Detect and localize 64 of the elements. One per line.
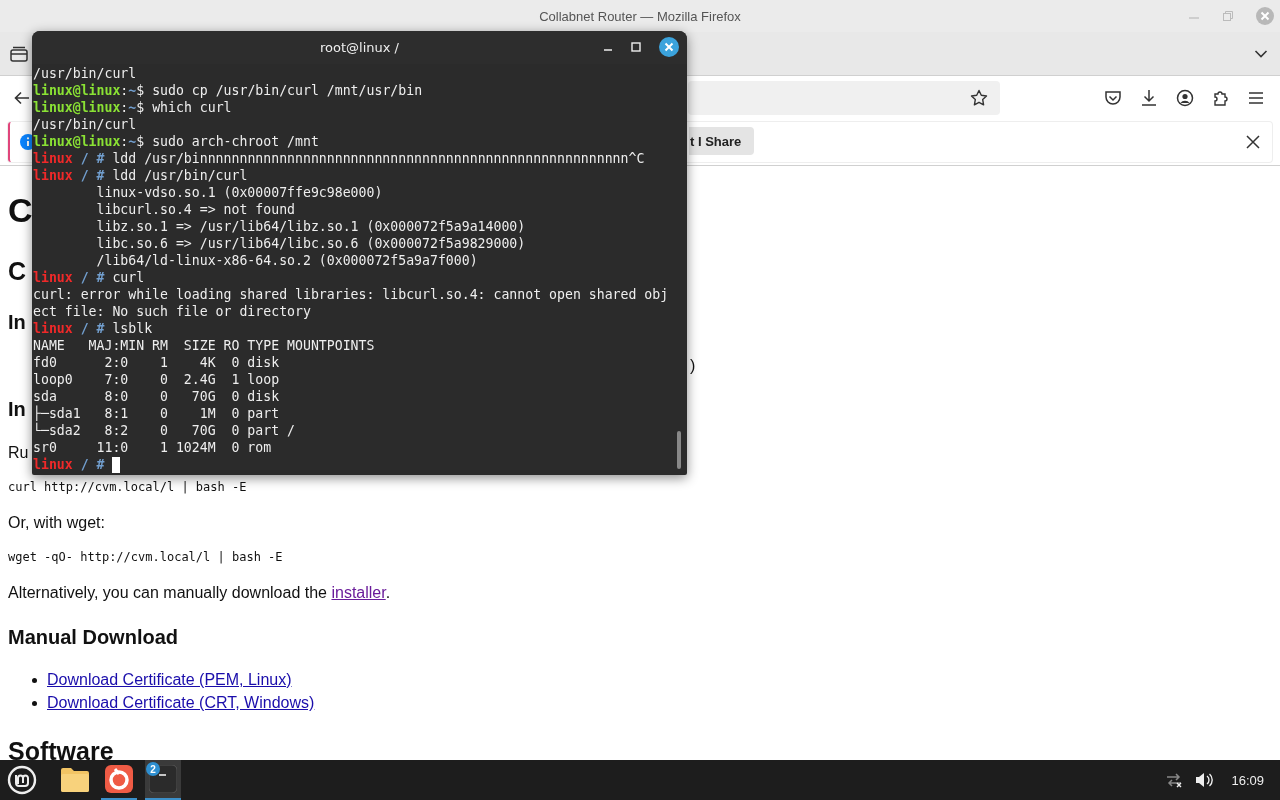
- terminal-line: fd0 2:0 1 4K 0 disk: [33, 354, 280, 371]
- close-icon[interactable]: [659, 37, 679, 57]
- terminal-line: ├─sda1 8:1 0 1M 0 part: [33, 405, 280, 422]
- terminal-line: └─sda2 8:2 0 70G 0 part /: [33, 422, 295, 439]
- taskbar-app[interactable]: 2: [145, 760, 181, 800]
- page-heading: C: [8, 190, 33, 230]
- subsection-heading: In: [8, 310, 26, 334]
- installer-link[interactable]: installer: [331, 584, 386, 601]
- browser-icon: [105, 765, 133, 793]
- terminal-line: linux / # lsblk: [33, 320, 153, 337]
- tab-manager-icon[interactable]: [10, 45, 28, 62]
- scrollbar[interactable]: [677, 431, 681, 469]
- terminal-line: linux@linux:~$ sudo cp /usr/bin/curl /mnt/usr/bin: [33, 82, 423, 99]
- terminal-line: sr0 11:0 1 1024M 0 rom: [33, 439, 272, 456]
- section-heading: C: [8, 256, 27, 286]
- window-count-badge: 2: [146, 762, 160, 776]
- code-line: wget -qO- http://cvm.local/l | bash -E: [8, 550, 283, 564]
- section-heading: Software: [8, 736, 114, 760]
- clock[interactable]: 16:09: [1231, 772, 1264, 788]
- download-link[interactable]: Download Certificate (CRT, Windows): [47, 694, 315, 712]
- terminal-line: sda 8:0 0 70G 0 disk: [33, 388, 280, 405]
- puzzle-piece-icon[interactable]: [1212, 89, 1230, 107]
- notification-button[interactable]: t I Share: [689, 127, 754, 155]
- text-fragment: ): [690, 357, 696, 375]
- terminal-line: libc.so.6 => /usr/lib64/libc.so.6 (0x000072f5a9829000): [95, 235, 526, 252]
- terminal-title: root@linux /: [320, 40, 399, 55]
- terminal-line: linux / # curl: [33, 269, 145, 286]
- terminal-line: /lib64/ld-linux-x86-64.so.2 (0x000072f5a9a7f000): [95, 252, 478, 269]
- folder-icon: [60, 767, 90, 793]
- terminal-line: linux@linux:~$ which curl: [33, 99, 232, 116]
- terminal-line: /usr/bin/curl: [33, 116, 137, 133]
- paragraph: Or, with wget:: [8, 514, 105, 532]
- terminal-icon: [149, 765, 177, 793]
- maximize-icon[interactable]: [631, 42, 641, 52]
- terminal-line: /usr/bin/curl: [33, 65, 137, 82]
- paragraph: Alternatively, you can manually download the installer.: [8, 584, 391, 602]
- menu-icon[interactable]: [1248, 91, 1264, 105]
- volume-icon[interactable]: [1195, 772, 1214, 788]
- terminal-line: linux / # ldd /usr/binnnnnnnnnnnnnnnnnnnnnnnnnnnnnnnnnnnnnnnnnnnnnnnnnnnnnn^C: [33, 150, 645, 167]
- chevron-down-icon[interactable]: [1254, 48, 1268, 59]
- window-title: Collabnet Router — Mozilla Firefox: [539, 8, 741, 24]
- terminal-line: libz.so.1 => /usr/lib64/libz.so.1 (0x000072f5a9a14000): [95, 218, 526, 235]
- close-icon[interactable]: [1246, 135, 1260, 149]
- terminal-line: ect file: No such file or directory: [33, 303, 311, 320]
- subsection-heading: Manual Download: [8, 625, 178, 649]
- terminal-line: linux / # ldd /usr/bin/curl: [33, 167, 248, 184]
- subsection-heading: In: [8, 397, 26, 421]
- download-link[interactable]: Download Certificate (PEM, Linux): [47, 671, 292, 689]
- terminal-line: linux@linux:~$ sudo arch-chroot /mnt: [33, 133, 319, 150]
- paragraph: Ru: [8, 444, 29, 462]
- terminal-line: linux-vdso.so.1 (0x00007ffe9c98e000): [95, 184, 383, 201]
- back-arrow-icon[interactable]: [14, 91, 30, 105]
- terminal-line: NAME MAJ:MIN RM SIZE RO TYPE MOUNTPOINTS: [33, 337, 375, 354]
- terminal-line: curl: error while loading shared libraries: libcurl.so.4: cannot open shared obj: [33, 286, 669, 303]
- download-icon[interactable]: [1140, 89, 1158, 107]
- account-icon[interactable]: [1176, 89, 1194, 107]
- pocket-icon[interactable]: [1104, 89, 1122, 107]
- code-line: curl http://cvm.local/l | bash -E: [8, 480, 247, 494]
- terminal-line: linux / #: [33, 456, 106, 473]
- mint-logo-icon[interactable]: [7, 765, 37, 795]
- star-icon[interactable]: [970, 89, 988, 107]
- terminal-line: loop0 7:0 0 2.4G 1 loop: [33, 371, 280, 388]
- network-icon[interactable]: [1165, 772, 1184, 788]
- terminal-line: libcurl.so.4 => not found: [95, 201, 295, 218]
